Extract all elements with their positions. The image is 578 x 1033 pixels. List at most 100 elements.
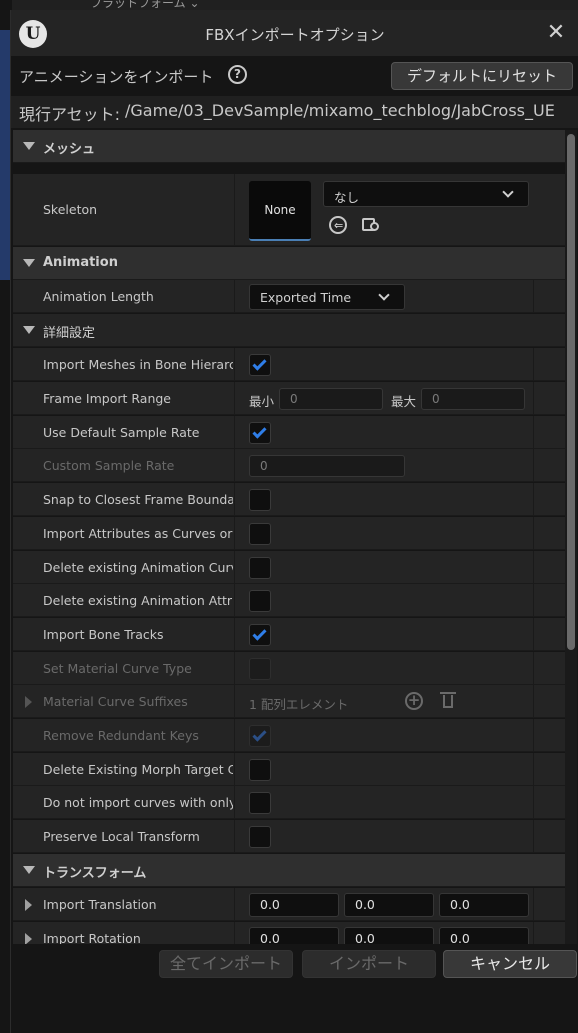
name-cell: Material Curve Suffixes — [13, 685, 235, 717]
category-label: Animation — [43, 255, 118, 270]
fbx-import-options-window: U FBXインポートオプション ✕ アニメーションをインポート ? デフォルトに… — [10, 10, 578, 1033]
expand-arrow-icon[interactable] — [25, 899, 32, 911]
scrollbar-thumb[interactable] — [567, 134, 575, 650]
custom-sample-rate-input[interactable]: 0 — [249, 455, 405, 477]
category-animation[interactable]: Animation — [13, 247, 565, 280]
scrollbar[interactable] — [565, 130, 577, 944]
property-label: Import Meshes in Bone Hierarchy — [43, 357, 233, 372]
checkbox[interactable] — [249, 826, 271, 848]
close-icon[interactable]: ✕ — [543, 20, 569, 46]
column-divider — [533, 618, 534, 650]
checkmark-icon — [252, 626, 267, 641]
column-divider — [533, 416, 534, 448]
min-frame-input[interactable]: 0 — [279, 388, 383, 410]
collapse-arrow-icon[interactable] — [23, 259, 35, 267]
property-label: Import Translation — [43, 897, 157, 912]
row-set-material-curve-type: Set Material Curve Type — [13, 652, 565, 685]
window-title: FBXインポートオプション — [205, 26, 385, 44]
row-use-default-sample-rate: Use Default Sample Rate — [13, 416, 565, 449]
column-divider — [533, 449, 534, 481]
name-cell: Import Meshes in Bone Hierarchy — [13, 348, 235, 380]
name-cell: Import Rotation — [13, 922, 235, 944]
name-cell: Import Bone Tracks — [13, 618, 235, 650]
row-material-curve-suffixes: Material Curve Suffixes 1 配列エレメント + — [13, 685, 565, 718]
expand-arrow-icon[interactable] — [25, 933, 32, 944]
property-label: Do not import curves with only 0 values — [43, 795, 233, 810]
skeleton-thumbnail-text: None — [264, 203, 296, 217]
row-do-not-import-zero-curves: Do not import curves with only 0 values — [13, 786, 565, 819]
column-divider — [533, 382, 534, 414]
name-cell: Remove Redundant Keys — [13, 719, 235, 751]
current-asset-path: /Game/03_DevSample/mixamo_techblog/JabCr… — [125, 101, 555, 120]
import-button[interactable]: インポート — [302, 950, 436, 978]
property-label: Delete existing Animation Attributes — [43, 593, 233, 608]
checkbox[interactable] — [249, 658, 271, 680]
expand-arrow-icon[interactable] — [25, 696, 32, 708]
property-label: Import Bone Tracks — [43, 627, 164, 642]
name-cell: Use Default Sample Rate — [13, 416, 235, 448]
name-cell: Preserve Local Transform — [13, 820, 235, 852]
checkmark-icon — [252, 356, 267, 371]
row-snap-closest-frame: Snap to Closest Frame Boundary — [13, 483, 565, 516]
row-delete-existing-curves: Delete existing Animation Curves — [13, 551, 565, 584]
skeleton-thumbnail[interactable]: None — [249, 181, 311, 241]
checkbox[interactable] — [249, 725, 271, 747]
checkbox[interactable] — [249, 354, 271, 376]
category-label: トランスフォーム — [43, 866, 147, 881]
property-label: Use Default Sample Rate — [43, 425, 200, 440]
category-advanced[interactable]: 詳細設定 — [13, 314, 565, 347]
name-cell: Delete Existing Morph Target Curves — [13, 753, 235, 785]
rotation-z-input[interactable]: 0.0 — [439, 927, 529, 944]
translation-x-input[interactable]: 0.0 — [249, 893, 339, 917]
skeleton-value: なし — [334, 190, 360, 205]
import-all-button[interactable]: 全てインポート — [159, 950, 293, 978]
name-cell: Set Material Curve Type — [13, 652, 235, 684]
checkbox[interactable] — [249, 422, 271, 444]
min-label: 最小 — [249, 394, 275, 409]
column-divider — [533, 280, 534, 312]
translation-y-input[interactable]: 0.0 — [344, 893, 434, 917]
column-divider — [533, 685, 534, 717]
name-cell: Custom Sample Rate — [13, 449, 235, 481]
checkbox[interactable] — [249, 792, 271, 814]
column-divider — [533, 786, 534, 818]
help-icon[interactable]: ? — [228, 65, 247, 84]
property-label: Preserve Local Transform — [43, 829, 200, 844]
name-cell: Snap to Closest Frame Boundary — [13, 483, 235, 515]
rotation-x-input[interactable]: 0.0 — [249, 927, 339, 944]
max-frame-input[interactable]: 0 — [421, 388, 525, 410]
use-selected-asset-icon[interactable]: ⇐ — [329, 216, 347, 234]
cancel-button[interactable]: キャンセル — [443, 950, 577, 978]
column-divider — [533, 652, 534, 684]
category-mesh[interactable]: メッシュ — [13, 130, 565, 163]
column-divider — [533, 719, 534, 751]
add-element-icon[interactable]: + — [405, 692, 423, 710]
property-label: Snap to Closest Frame Boundary — [43, 492, 233, 507]
row-import-bone-tracks: Import Bone Tracks — [13, 618, 565, 651]
checkbox[interactable] — [249, 759, 271, 781]
checkbox[interactable] — [249, 523, 271, 545]
rotation-y-input[interactable]: 0.0 — [344, 927, 434, 944]
checkbox[interactable] — [249, 624, 271, 646]
title-bar: U FBXインポートオプション ✕ — [11, 10, 578, 56]
category-transform[interactable]: トランスフォーム — [13, 854, 565, 887]
collapse-arrow-icon[interactable] — [23, 142, 35, 150]
column-divider — [533, 483, 534, 515]
property-label: Delete existing Animation Curves — [43, 560, 233, 575]
trash-icon[interactable] — [440, 692, 456, 708]
row-import-meshes-bone-hierarchy: Import Meshes in Bone Hierarchy — [13, 348, 565, 381]
collapse-arrow-icon[interactable] — [23, 326, 35, 334]
translation-z-input[interactable]: 0.0 — [439, 893, 529, 917]
skeleton-asset-picker[interactable]: なし — [323, 181, 529, 207]
collapse-arrow-icon[interactable] — [23, 866, 35, 874]
property-label: Remove Redundant Keys — [43, 728, 199, 743]
row-animation-length: Animation Length Exported Time — [13, 280, 565, 313]
checkmark-icon — [252, 424, 267, 439]
column-divider — [533, 922, 534, 944]
checkbox[interactable] — [249, 489, 271, 511]
animation-length-dropdown[interactable]: Exported Time — [249, 284, 405, 310]
reset-to-default-button[interactable]: デフォルトにリセット — [391, 62, 573, 90]
browse-asset-icon[interactable] — [362, 216, 382, 234]
checkbox[interactable] — [249, 590, 271, 612]
checkbox[interactable] — [249, 557, 271, 579]
